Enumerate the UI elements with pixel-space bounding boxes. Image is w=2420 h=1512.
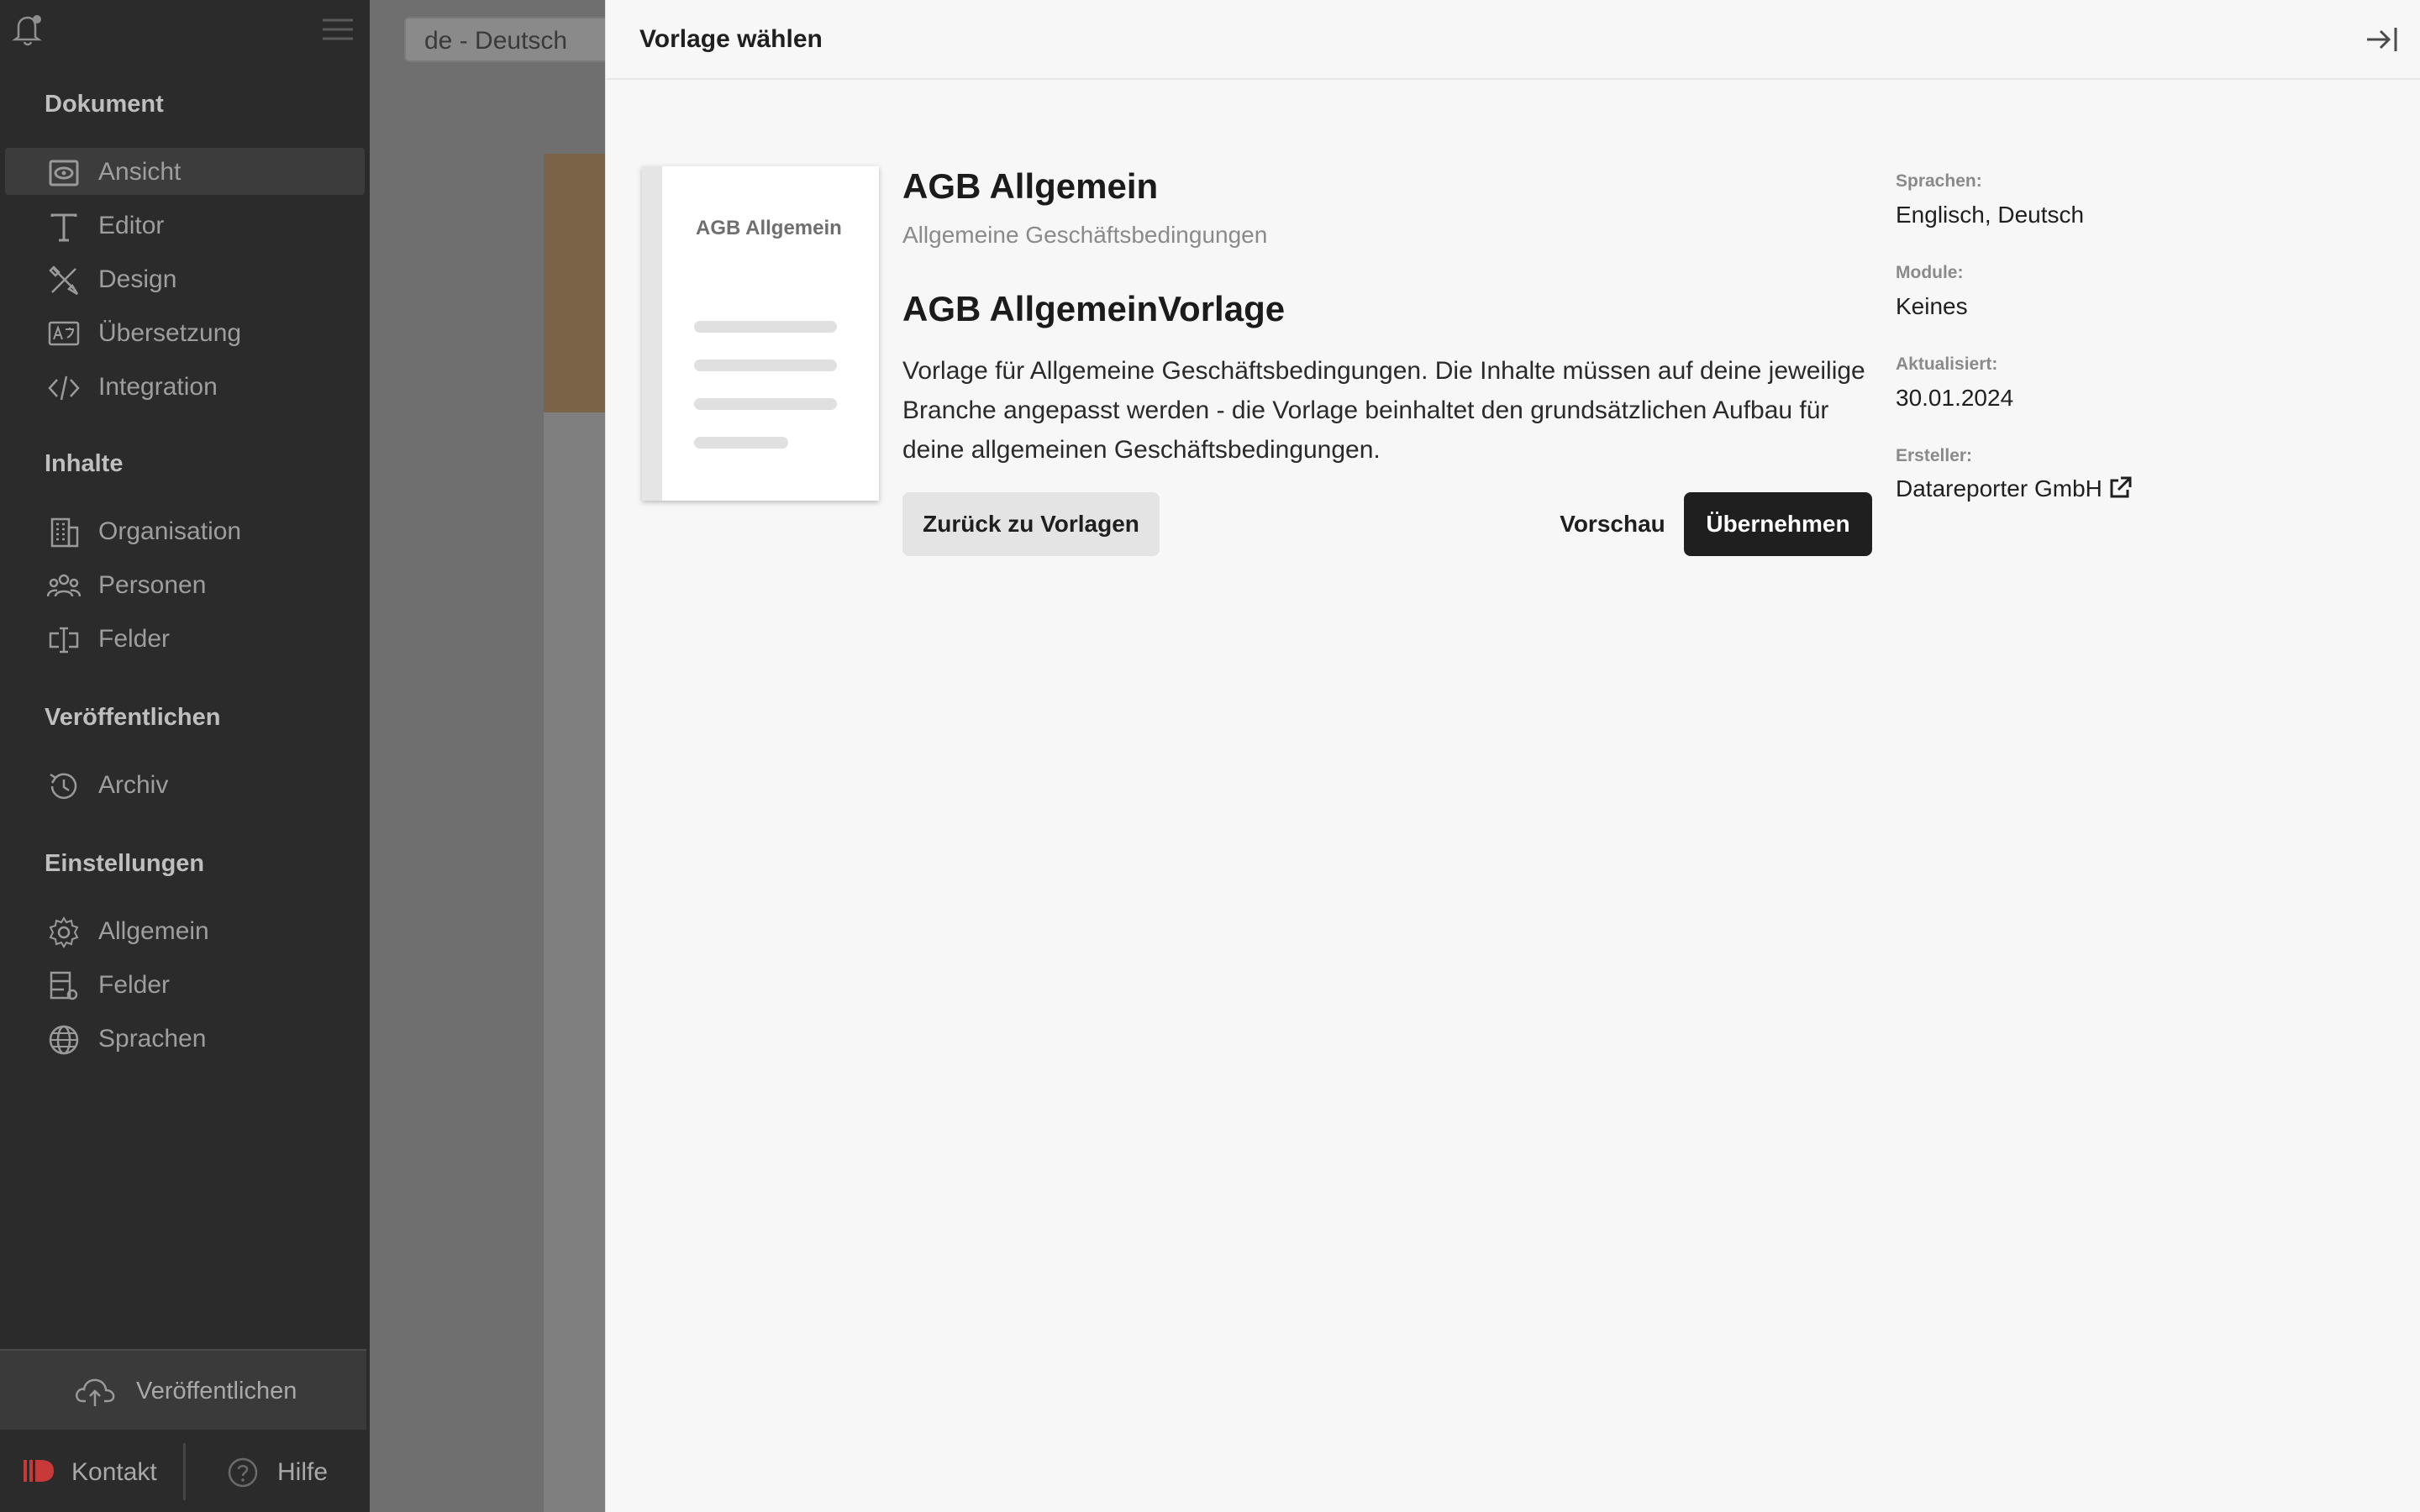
sidebar-item-felder-einstellungen[interactable]: Felder <box>5 961 365 1008</box>
design-tools-icon <box>49 265 79 296</box>
datareporter-logo-icon[interactable] <box>22 1458 57 1483</box>
sidebar-item-label: Ansicht <box>98 158 182 186</box>
cloud-upload-icon <box>76 1378 115 1406</box>
help-icon[interactable] <box>227 1457 259 1488</box>
thumbnail-line <box>694 437 788 449</box>
sidebar-item-label: Personen <box>98 571 207 599</box>
sidebar-item-label: Allgemein <box>98 917 209 945</box>
sidebar-item-ansicht[interactable]: Ansicht <box>5 148 365 195</box>
template-description: Vorlage für Allgemeine Geschäftsbedingun… <box>902 357 1865 464</box>
kontakt-link[interactable]: Kontakt <box>71 1458 157 1487</box>
hilfe-link[interactable]: Hilfe <box>277 1458 328 1487</box>
globe-icon <box>49 1025 79 1055</box>
thumbnail-line <box>694 360 837 371</box>
meta-languages-label: Sprachen: <box>1896 171 1982 191</box>
sidebar-item-archiv[interactable]: Archiv <box>5 761 365 808</box>
translate-icon <box>48 321 80 346</box>
document-preview-header <box>544 154 611 412</box>
sidebar: Dokument Ansicht Editor Design Übersetzu… <box>0 0 370 1512</box>
code-icon <box>48 375 80 401</box>
sidebar-item-label: Übersetzung <box>98 319 242 347</box>
sidebar-item-label: Design <box>98 265 177 293</box>
text-field-icon <box>49 627 79 654</box>
sidebar-item-label: Integration <box>98 373 218 401</box>
sidebar-item-design[interactable]: Design <box>5 255 365 302</box>
drawer-header: Vorlage wählen <box>606 0 2420 80</box>
sidebar-item-label: Sprachen <box>98 1025 207 1053</box>
thumbnail-line <box>694 398 837 410</box>
template-subtitle: Allgemeine Geschäftsbedingungen <box>902 222 1268 248</box>
template-heading: AGB AllgemeinVorlage <box>902 289 1286 328</box>
sidebar-bottom-row: Kontakt Hilfe <box>0 1438 370 1505</box>
notification-bell-icon[interactable] <box>12 12 45 47</box>
language-select[interactable]: de - Deutsch <box>404 17 623 62</box>
publish-label: Veröffentlichen <box>136 1378 297 1404</box>
section-title-inhalte: Inhalte <box>45 450 124 477</box>
template-drawer: Vorlage wählen AGB Allgemein AGB Allgeme… <box>605 0 2420 1512</box>
sidebar-item-label: Organisation <box>98 517 242 545</box>
meta-modules-label: Module: <box>1896 263 1964 282</box>
back-to-templates-button[interactable]: Zurück zu Vorlagen <box>902 492 1160 556</box>
section-title-veroeffentlichen: Veröffentlichen <box>45 704 221 731</box>
sidebar-item-organisation[interactable]: Organisation <box>5 507 365 554</box>
sidebar-item-label: Archiv <box>98 771 169 799</box>
drawer-title: Vorlage wählen <box>639 25 823 53</box>
sidebar-item-personen[interactable]: Personen <box>5 561 365 608</box>
meta-updated-label: Aktualisiert: <box>1896 354 1998 374</box>
building-icon <box>50 517 79 548</box>
meta-modules-value: Keines <box>1896 293 1968 319</box>
thumbnail-title: AGB Allgemein <box>696 217 842 239</box>
sidebar-item-felder-inhalte[interactable]: Felder <box>5 615 365 662</box>
sidebar-item-editor[interactable]: Editor <box>5 202 365 249</box>
apply-button[interactable]: Übernehmen <box>1684 492 1872 556</box>
people-icon <box>47 574 81 597</box>
gear-icon <box>49 916 79 948</box>
preview-button[interactable]: Vorschau <box>1528 492 1697 556</box>
meta-updated-value: 30.01.2024 <box>1896 385 2014 411</box>
text-icon <box>50 213 77 242</box>
meta-creator-label: Ersteller: <box>1896 446 1973 465</box>
sidebar-item-label: Editor <box>98 212 165 239</box>
meta-languages-value: Englisch, Deutsch <box>1896 202 2085 228</box>
menu-icon[interactable] <box>321 17 355 42</box>
close-drawer-icon[interactable] <box>2364 24 2399 55</box>
sidebar-item-uebersetzung[interactable]: Übersetzung <box>5 309 365 356</box>
sidebar-item-sprachen[interactable]: Sprachen <box>5 1015 365 1062</box>
sidebar-item-label: Felder <box>98 625 171 653</box>
sidebar-item-allgemein[interactable]: Allgemein <box>5 907 365 954</box>
field-settings-icon <box>50 971 78 1000</box>
template-thumbnail[interactable]: AGB Allgemein <box>642 166 879 501</box>
history-icon <box>50 773 77 800</box>
publish-button[interactable]: Veröffentlichen <box>0 1349 366 1430</box>
template-title: AGB Allgemein <box>902 166 1159 206</box>
sidebar-top <box>0 0 370 60</box>
eye-icon <box>49 160 79 186</box>
divider <box>183 1443 186 1500</box>
meta-creator-link[interactable]: Datareporter GmbH <box>1896 475 2102 502</box>
external-link-icon[interactable] <box>2107 475 2133 501</box>
section-title-einstellungen: Einstellungen <box>45 850 205 877</box>
sidebar-item-integration[interactable]: Integration <box>5 363 365 410</box>
sidebar-item-label: Felder <box>98 971 171 999</box>
section-title-dokument: Dokument <box>45 91 164 118</box>
thumbnail-line <box>694 321 837 333</box>
